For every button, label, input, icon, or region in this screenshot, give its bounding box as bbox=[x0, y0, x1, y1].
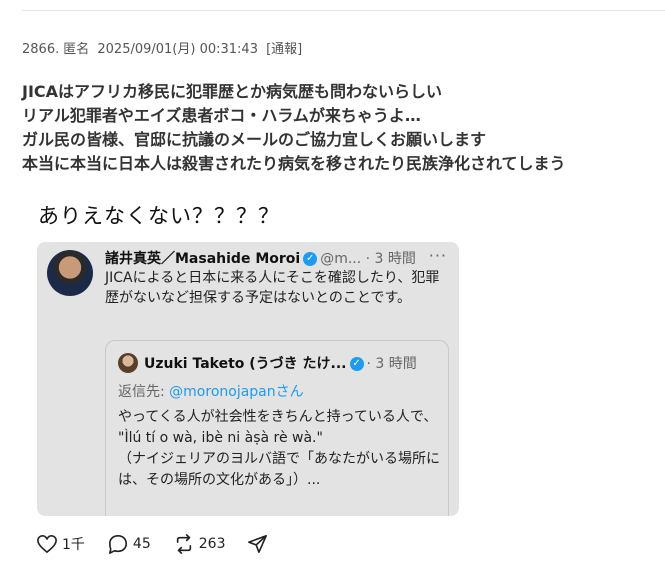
comment-icon bbox=[108, 535, 127, 554]
quote-time: · 3 時間 bbox=[366, 356, 417, 372]
post-header: 2866. 匿名 2025/09/01(月) 00:31:43 [通報] bbox=[22, 38, 306, 57]
image-caption: ありえなくない？？？？ bbox=[38, 204, 280, 228]
more-icon: ··· bbox=[428, 246, 447, 265]
post-number: 2866. bbox=[22, 42, 60, 57]
quote-author-name: Uzuki Taketo (うづき たけ... bbox=[144, 356, 347, 372]
tweet-text: JICAによると日本に来る人にそこを確認したり、犯罪歴がないなど担保する予定はな… bbox=[105, 270, 440, 306]
reply-count: 45 bbox=[132, 536, 151, 552]
reply-to: 返信先: @moronojapanさん bbox=[118, 381, 304, 401]
quote-header: Uzuki Taketo (うづき たけ... ✓ · 3 時間 bbox=[144, 353, 417, 373]
reply-mention: @moronojapan bbox=[169, 384, 276, 400]
post-line: JICAはアフリカ移民に犯罪歴とか病気歴も問わないらしい bbox=[22, 82, 443, 101]
quote-avatar bbox=[118, 353, 138, 373]
quote-line: （ナイジェリアのヨルバ語で「あなたがいる場所には、その場所の文化がある」）... bbox=[118, 451, 440, 488]
reply-suffix: さん bbox=[275, 384, 304, 400]
share-button[interactable] bbox=[247, 534, 273, 554]
repost-icon bbox=[176, 534, 191, 554]
quote-line: "Ìlú tí o wà, ibè ni àṣà rè wà." bbox=[118, 430, 323, 446]
repost-count: 263 bbox=[198, 536, 226, 552]
post-line: ガル民の皆様、官邸に抗議のメールのご協力宜しくお願いします bbox=[22, 130, 487, 149]
heart-icon bbox=[37, 535, 57, 553]
send-icon bbox=[248, 535, 268, 553]
post-author: 匿名 bbox=[63, 42, 90, 57]
post-line: 本当に本当に日本人は殺害されたり病気を移されたり民族浄化されてしまう bbox=[22, 154, 566, 173]
avatar bbox=[47, 250, 93, 296]
post-line: リアル犯罪者やエイズ患者ボコ・ハラムが来ちゃうよ… bbox=[22, 106, 421, 125]
tweet-header: 諸井真英／Masahide Moroi ✓ @m... · 3 時間 bbox=[105, 248, 416, 268]
verified-badge-icon: ✓ bbox=[349, 357, 364, 371]
quote-line: やってくる人が社会性をきちんと持っている人で、 bbox=[118, 409, 438, 425]
quoted-tweet: Uzuki Taketo (うづき たけ... ✓ · 3 時間 返信先: @mor… bbox=[105, 340, 449, 516]
tweet-card: 諸井真英／Masahide Moroi ✓ @m... · 3 時間 ··· JIC… bbox=[37, 242, 459, 516]
quote-text: やってくる人が社会性をきちんと持っている人で、 "Ìlú tí o wà, ib… bbox=[118, 407, 443, 491]
tweet-author-name: 諸井真英／Masahide Moroi bbox=[105, 251, 301, 267]
action-bar: 1千 45 263 bbox=[36, 532, 295, 556]
embedded-image[interactable]: ありえなくない？？？？ 諸井真英／Masahide Moroi ✓ @m... · … bbox=[22, 200, 462, 518]
reply-button[interactable]: 45 bbox=[107, 534, 151, 554]
reply-prefix: 返信先: bbox=[118, 384, 170, 400]
post-body: JICAはアフリカ移民に犯罪歴とか病気歴も問わないらしい リアル犯罪者やエイズ患… bbox=[22, 80, 662, 176]
report-link[interactable]: [通報] bbox=[266, 42, 302, 57]
repost-button[interactable]: 263 bbox=[173, 534, 226, 554]
tweet-handle-time: @m... · 3 時間 bbox=[320, 251, 416, 267]
top-divider bbox=[22, 10, 665, 11]
like-count: 1千 bbox=[62, 537, 85, 553]
like-button[interactable]: 1千 bbox=[36, 534, 85, 554]
post-timestamp: 2025/09/01(月) 00:31:43 bbox=[97, 42, 258, 57]
verified-badge-icon: ✓ bbox=[303, 252, 318, 266]
